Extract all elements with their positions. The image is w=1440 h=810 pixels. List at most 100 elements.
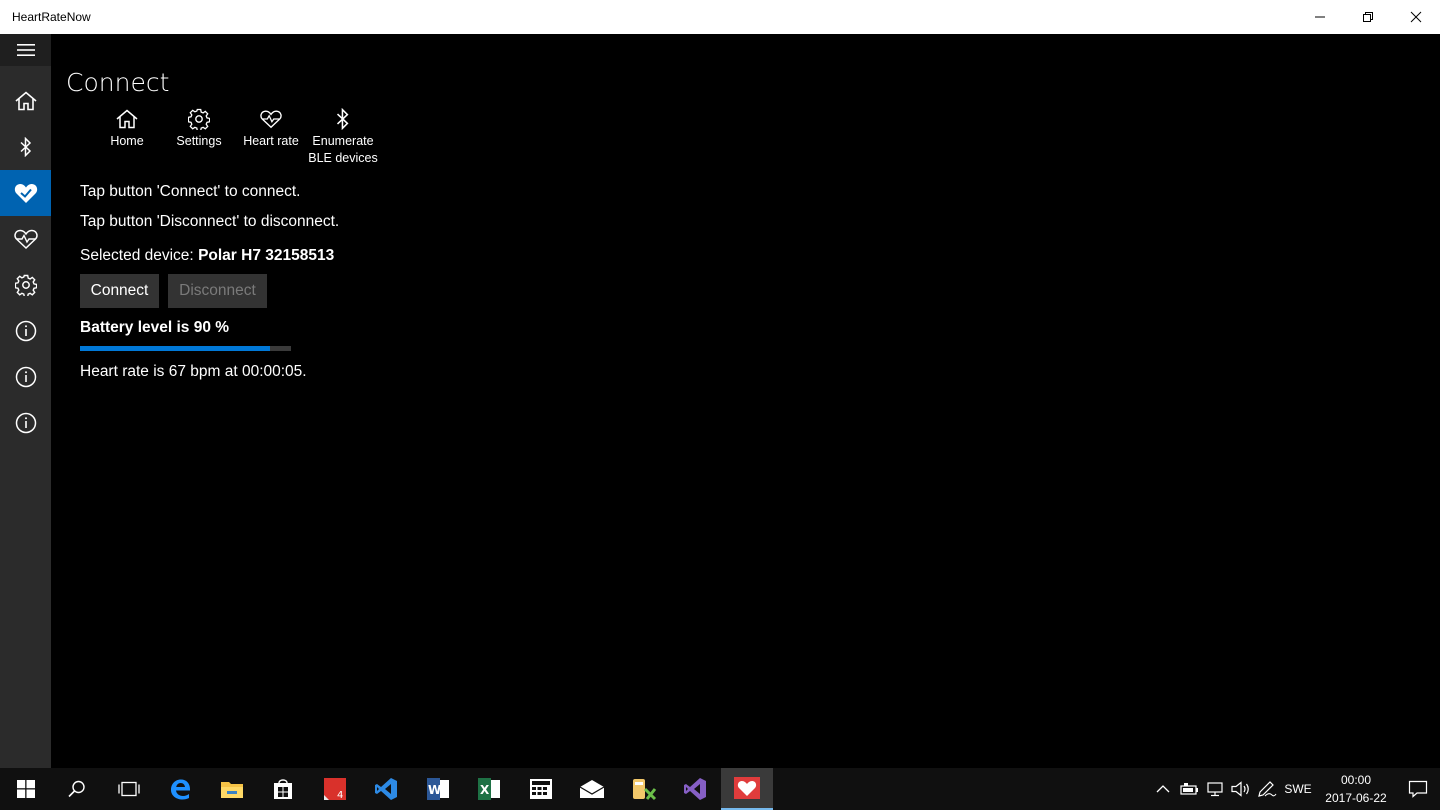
svg-text:4: 4: [337, 790, 343, 801]
battery-level-text: Battery level is 90 %: [80, 319, 230, 336]
heart-check-icon: [14, 183, 37, 203]
visual-studio-icon: [684, 778, 707, 800]
home-command-label: Home: [110, 134, 144, 148]
file-explorer-taskbar-button[interactable]: [206, 768, 258, 810]
heartratenow-icon: [733, 777, 760, 799]
file-explorer-icon: [220, 782, 243, 798]
main-content: Connect Home Settings Heart rate Enumera…: [51, 34, 1440, 768]
heart-icon: [260, 110, 282, 129]
task-view-icon: [118, 781, 140, 797]
heart-rate-text: Heart rate is 67 bpm at 00:00:05.: [80, 363, 307, 380]
store-taskbar-button[interactable]: [258, 768, 310, 810]
search-button[interactable]: [52, 768, 104, 810]
excel-icon: X: [478, 778, 501, 800]
info-icon: [15, 366, 36, 388]
heart-rate-command-button[interactable]: Heart rate: [235, 108, 307, 167]
clock-date: 2017-06-22: [1325, 791, 1387, 805]
close-icon: [1410, 11, 1422, 23]
gear-icon: [14, 274, 37, 296]
word-taskbar-button[interactable]: W: [412, 768, 464, 810]
selected-device-name: Polar H7 32158513: [198, 247, 335, 264]
gear-icon: [188, 108, 210, 130]
connect-button[interactable]: Connect: [80, 274, 159, 308]
bluetooth-icon: [19, 137, 31, 157]
battery-tray-button[interactable]: [1176, 768, 1202, 810]
network-tray-button[interactable]: [1202, 768, 1228, 810]
edge-taskbar-button[interactable]: [155, 768, 207, 810]
disconnect-button[interactable]: Disconnect: [168, 274, 267, 308]
acrobat-icon: 4: [323, 778, 346, 801]
battery-progress-fill: [80, 346, 270, 351]
pen-icon: [1258, 781, 1277, 797]
notification-icon: [1408, 780, 1428, 798]
start-button[interactable]: [0, 768, 52, 810]
enumerate-ble-command-button[interactable]: Enumerate BLE devices: [307, 108, 379, 167]
minimize-button[interactable]: [1296, 0, 1344, 34]
heart-rate-command-label: Heart rate: [243, 134, 299, 148]
vscode-taskbar-button[interactable]: [361, 768, 413, 810]
restore-icon: [1363, 12, 1373, 22]
edge-icon: [171, 779, 191, 800]
chevron-up-icon: [1156, 785, 1170, 793]
bluetooth-icon: [336, 108, 349, 130]
home-icon: [14, 91, 37, 111]
nav-item-info-1[interactable]: [0, 308, 51, 354]
volume-tray-button[interactable]: [1228, 768, 1254, 810]
home-icon: [116, 109, 138, 129]
pen-tray-button[interactable]: [1254, 768, 1280, 810]
nav-item-home[interactable]: [0, 78, 51, 124]
settings-command-label: Settings: [176, 134, 222, 148]
search-icon: [68, 780, 85, 798]
disconnect-instruction: Tap button 'Disconnect' to disconnect.: [80, 213, 340, 230]
selected-device: Selected device: Polar H7 32158513: [80, 247, 334, 265]
task-view-button[interactable]: [103, 768, 155, 810]
nav-item-info-2[interactable]: [0, 354, 51, 400]
nav-item-heart-rate[interactable]: [0, 216, 51, 262]
title-bar: HeartRateNow: [0, 0, 1440, 34]
close-button[interactable]: [1392, 0, 1440, 34]
system-tray: SWE 00:00 2017-06-22: [1150, 768, 1440, 810]
nav-item-info-3[interactable]: [0, 400, 51, 446]
window-title: HeartRateNow: [12, 10, 91, 24]
battery-progress-bar: [80, 346, 291, 351]
mail-icon: [579, 780, 605, 798]
volume-icon: [1231, 781, 1249, 797]
calculator-taskbar-button[interactable]: [515, 768, 567, 810]
acrobat-taskbar-button[interactable]: 4: [309, 768, 361, 810]
nav-item-bluetooth[interactable]: [0, 124, 51, 170]
clock-time: 00:00: [1340, 773, 1372, 787]
info-icon: [15, 412, 36, 434]
visual-studio-taskbar-button[interactable]: [670, 768, 722, 810]
command-bar: Home Settings Heart rate Enumerate BLE d…: [91, 108, 379, 167]
app-icon: [632, 779, 656, 801]
action-center-button[interactable]: [1396, 768, 1440, 810]
nav-item-connect[interactable]: [0, 170, 51, 216]
clock-button[interactable]: 00:00 2017-06-22: [1316, 771, 1396, 807]
excel-taskbar-button[interactable]: X: [464, 768, 516, 810]
heartratenow-taskbar-button[interactable]: [721, 768, 773, 810]
hamburger-menu-button[interactable]: [0, 34, 51, 66]
vscode-icon: [375, 778, 398, 800]
restore-button[interactable]: [1344, 0, 1392, 34]
home-command-button[interactable]: Home: [91, 108, 163, 167]
app-taskbar-button[interactable]: [618, 768, 670, 810]
calculator-icon: [529, 779, 552, 799]
show-hidden-icons-button[interactable]: [1150, 768, 1176, 810]
taskbar: 4 W X SWE 00:00 2017-06-22: [0, 768, 1440, 810]
settings-command-button[interactable]: Settings: [163, 108, 235, 167]
svg-text:W: W: [428, 783, 441, 797]
mail-taskbar-button[interactable]: [567, 768, 619, 810]
network-icon: [1207, 782, 1223, 797]
svg-text:X: X: [480, 783, 490, 797]
windows-logo-icon: [16, 780, 35, 798]
nav-item-settings[interactable]: [0, 262, 51, 308]
input-language-button[interactable]: SWE: [1280, 782, 1316, 796]
minimize-icon: [1315, 16, 1325, 18]
battery-icon: [1180, 783, 1198, 795]
store-icon: [274, 779, 293, 799]
word-icon: W: [426, 778, 449, 800]
enumerate-ble-command-label: Enumerate BLE devices: [308, 134, 378, 165]
page-title: Connect: [66, 68, 170, 97]
heart-icon: [13, 229, 38, 249]
navigation-rail: [0, 34, 51, 768]
